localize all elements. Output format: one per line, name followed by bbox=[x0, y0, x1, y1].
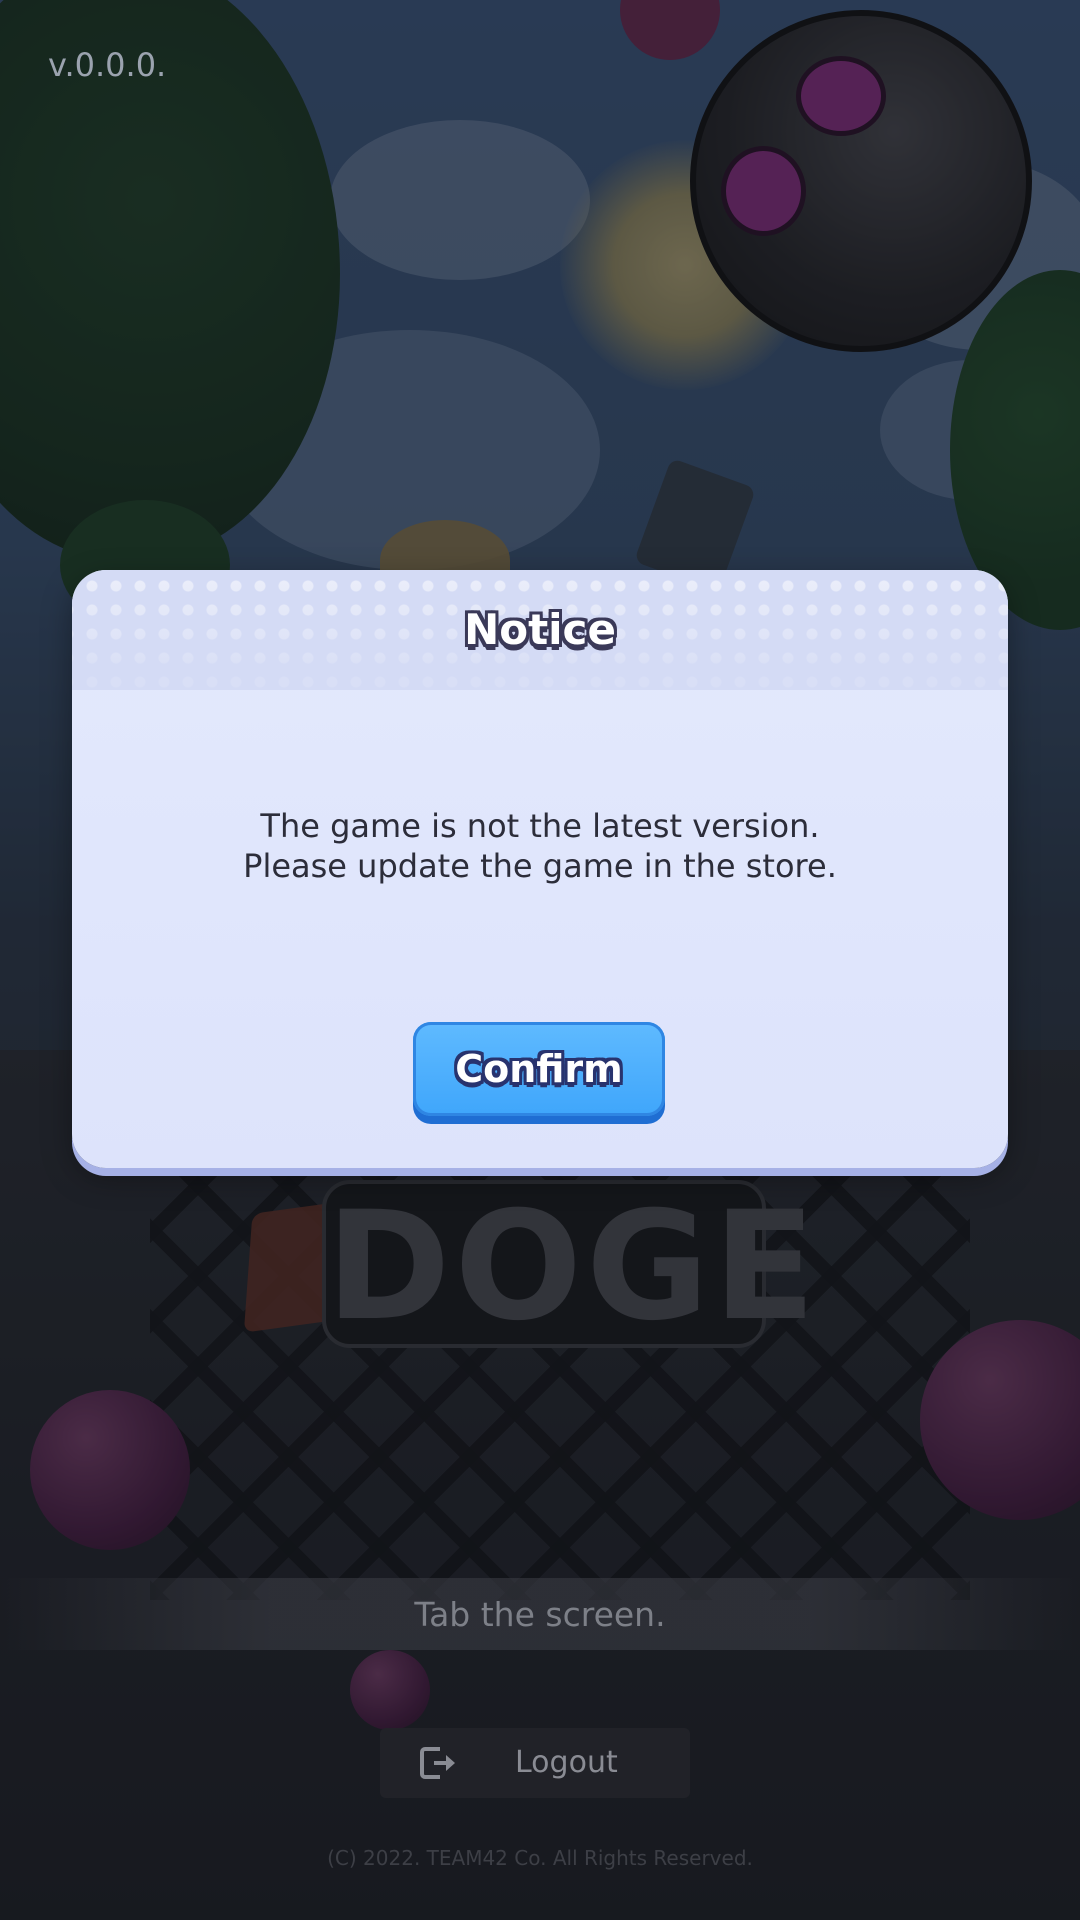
logout-icon bbox=[420, 1747, 455, 1779]
logout-button[interactable]: Logout bbox=[380, 1728, 690, 1798]
dialog-message: The game is not the latest version. Plea… bbox=[72, 806, 1008, 886]
tap-hint-band[interactable]: Tab the screen. bbox=[0, 1578, 1080, 1650]
tap-hint-text: Tab the screen. bbox=[414, 1594, 666, 1634]
confirm-button-label: Confirm bbox=[455, 1047, 623, 1091]
version-label: v.0.0.0. bbox=[48, 46, 167, 84]
logout-label: Logout bbox=[515, 1745, 618, 1780]
dialog-message-line: The game is not the latest version. bbox=[260, 807, 820, 845]
notice-dialog: Notice The game is not the latest versio… bbox=[72, 570, 1008, 1168]
dialog-title: Notice bbox=[464, 605, 616, 654]
copyright-text: (C) 2022. TEAM42 Co. All Rights Reserved… bbox=[327, 1846, 753, 1870]
dialog-message-line: Please update the game in the store. bbox=[243, 847, 837, 885]
confirm-button[interactable]: Confirm bbox=[413, 1022, 665, 1124]
